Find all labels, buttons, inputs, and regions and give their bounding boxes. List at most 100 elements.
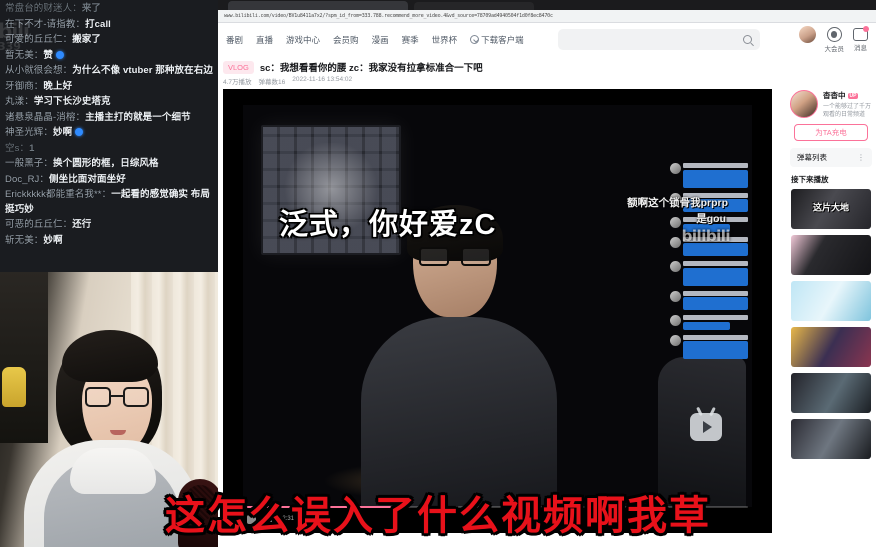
chat-message-text: 搬家了	[72, 34, 102, 45]
nav-item-4[interactable]: 漫画	[372, 34, 389, 46]
nested-chat-avatar	[670, 236, 681, 248]
recommend-thumbnail	[791, 419, 871, 459]
chat-message-author: Doc_RJ：	[5, 173, 49, 185]
chat-message-text: 为什么不像 vtuber 那种放在右边	[72, 65, 213, 76]
avatar	[798, 26, 816, 43]
recommend-item[interactable]	[791, 281, 871, 321]
nested-chat-avatar	[670, 163, 681, 174]
recommend-list[interactable]: 这片大地	[786, 189, 876, 459]
recommend-item[interactable]: 这片大地	[791, 189, 871, 229]
messages-button[interactable]: 消息	[853, 26, 869, 52]
recommend-item[interactable]	[791, 419, 871, 459]
vip-label: 大会员	[824, 46, 845, 53]
uploader-name-row[interactable]: 杳杳中 UP	[823, 90, 872, 101]
browser-tab-active[interactable]	[228, 1, 408, 10]
chat-message-author: 暂无美：	[5, 49, 44, 61]
uploader-avatar[interactable]	[790, 90, 818, 118]
publish-date: 2022-11-16 13:54:02	[292, 76, 353, 83]
user-avatar-button[interactable]	[798, 26, 816, 43]
recommend-item[interactable]	[791, 235, 871, 275]
chat-message-text: 学习下长沙史塔克	[33, 96, 111, 107]
chat-message-author: 牙御商：	[5, 80, 44, 92]
more-vertical-icon[interactable]: ⋮	[857, 153, 865, 162]
danmaku-overlay-main: 泛式，你好爱zC	[279, 209, 497, 241]
search-icon[interactable]	[743, 35, 752, 44]
recommend-item[interactable]	[791, 373, 871, 413]
header-right-actions[interactable]: 大会员 消息	[798, 26, 869, 53]
recommend-thumbnail	[791, 281, 871, 321]
chat-message-text: 赞	[43, 49, 54, 61]
nested-chat-avatar	[670, 315, 681, 326]
download-client-link[interactable]: 下载客户端	[470, 34, 524, 46]
right-sidebar[interactable]: 杳杳中 UP 一个能够过了千万观看的日常频道 为TA充电 弹幕列表 ⋮ 接下来播…	[786, 86, 876, 547]
bilibili-nav[interactable]: 番剧 直播 游戏中心 会员购 漫画 赛季 世界杯	[226, 34, 457, 46]
chat-message-author: 在下不才-请指教：	[5, 18, 86, 30]
uploader-badge: UP	[847, 92, 859, 99]
nav-item-1[interactable]: 直播	[256, 34, 273, 46]
danmaku-panel-header[interactable]: 弹幕列表 ⋮	[790, 148, 872, 167]
download-icon	[470, 35, 480, 44]
chat-message-text: 还行	[72, 219, 92, 230]
nested-chat-bubble	[683, 297, 748, 310]
chat-message-author: 空s：	[5, 142, 30, 154]
chat-message: Erickkkkk都能重名我**：一起看的感觉确实 布局挺巧妙	[5, 188, 213, 217]
nav-item-3[interactable]: 会员购	[333, 34, 359, 46]
chat-message-author: 可爱的丘丘仁：	[5, 34, 73, 45]
nested-chat-author	[683, 315, 748, 320]
nested-chat-bubble	[683, 321, 730, 330]
recommend-thumbnail: 这片大地	[791, 189, 871, 229]
nav-item-2[interactable]: 游戏中心	[286, 34, 320, 46]
nested-chat-author	[683, 290, 748, 296]
nested-chat-author	[683, 334, 748, 340]
video-player[interactable]: 泛式，你好爱zC 额啊这个锁骨我prprp 是gou bilibili 02:3…	[223, 89, 772, 533]
danmaku-panel-title: 弹幕列表	[797, 153, 827, 162]
person-glasses-icon	[419, 247, 491, 266]
nav-item-0[interactable]: 番剧	[226, 34, 243, 46]
vip-button[interactable]: 大会员	[824, 26, 845, 53]
chat-message: 斩无美：妙啊	[5, 234, 213, 249]
chat-message: 暂无美：赞	[5, 49, 213, 64]
uploader-name: 杳杳中	[823, 91, 846, 100]
chat-message-text: 晚上好	[43, 80, 73, 92]
danmaku-overlay-tertiary: 是gou	[696, 213, 726, 225]
chat-message: 从小就很会想：为什么不像 vtuber 那种放在右边	[5, 64, 213, 79]
video-tag[interactable]: VLOG	[223, 60, 254, 74]
nested-chat-row	[670, 334, 748, 359]
chat-message-author: 从小就很会想：	[5, 65, 73, 76]
danmaku-overlay-secondary: 额啊这个锁骨我prprp	[627, 197, 728, 209]
bilibili-main: VLOG sc：我想看看你的腰 zc：我家没有拉拿标准合一下吧 4.7万播放 弹…	[218, 56, 876, 547]
subtitle-overlay: 这怎么误入了什么视频啊我草	[165, 494, 711, 538]
search-input[interactable]	[558, 29, 760, 50]
nav-item-5[interactable]: 赛季	[402, 34, 419, 46]
recommend-item[interactable]	[791, 327, 871, 367]
nested-chat-avatar	[670, 261, 681, 272]
browser-address-bar[interactable]: www.bilibili.com/video/BV1u8411a7x2/?spm…	[218, 10, 876, 23]
recommend-thumbnail	[791, 373, 871, 413]
video-title-row: VLOG sc：我想看看你的腰 zc：我家没有拉拿标准合一下吧	[223, 60, 780, 74]
chat-message-author: Erickkkkk都能重名我**：	[5, 189, 112, 200]
chat-message: 空s：1	[5, 142, 213, 157]
video-watermark: bilibili	[681, 227, 731, 245]
stream-chat-panel[interactable]: bili 339 常盘台的财迷人：来了 在下不才-请指教：打call 可爱的丘丘仁：…	[0, 0, 218, 272]
chat-message-text: 妙啊	[53, 127, 73, 138]
nested-chat-avatar	[670, 334, 681, 346]
stream-chat-list[interactable]: 常盘台的财迷人：来了 在下不才-请指教：打call 可爱的丘丘仁：搬家了暂无美：赞从…	[0, 0, 218, 248]
uploader-card[interactable]: 杳杳中 UP 一个能够过了千万观看的日常频道	[786, 86, 876, 119]
charge-button[interactable]: 为TA充电	[794, 124, 868, 141]
recommend-title: 接下来播放	[791, 175, 829, 184]
chat-message-text: 妙啊	[43, 234, 63, 246]
nested-chat-author	[683, 163, 748, 168]
vip-icon	[826, 27, 842, 42]
bilibili-tv-play-icon[interactable]	[690, 413, 722, 441]
nav-item-6[interactable]: 世界杯	[432, 34, 458, 46]
nested-chat-bubble	[683, 341, 748, 359]
video-surface[interactable]: 泛式，你好爱zC 额啊这个锁骨我prprp 是gou bilibili	[243, 105, 752, 507]
browser-tab-inactive[interactable]	[414, 2, 534, 10]
nested-chat-row	[670, 163, 748, 188]
nested-chat-row	[670, 290, 748, 310]
chat-message: 在下不才-请指教：打call	[5, 18, 213, 33]
chat-message-author: 诸悬泉晶晶-消榕：	[5, 111, 86, 123]
chat-message: 常盘台的财迷人：来了	[5, 2, 213, 17]
download-label: 下载客户端	[481, 34, 524, 45]
browser-tabstrip[interactable]	[218, 0, 876, 10]
